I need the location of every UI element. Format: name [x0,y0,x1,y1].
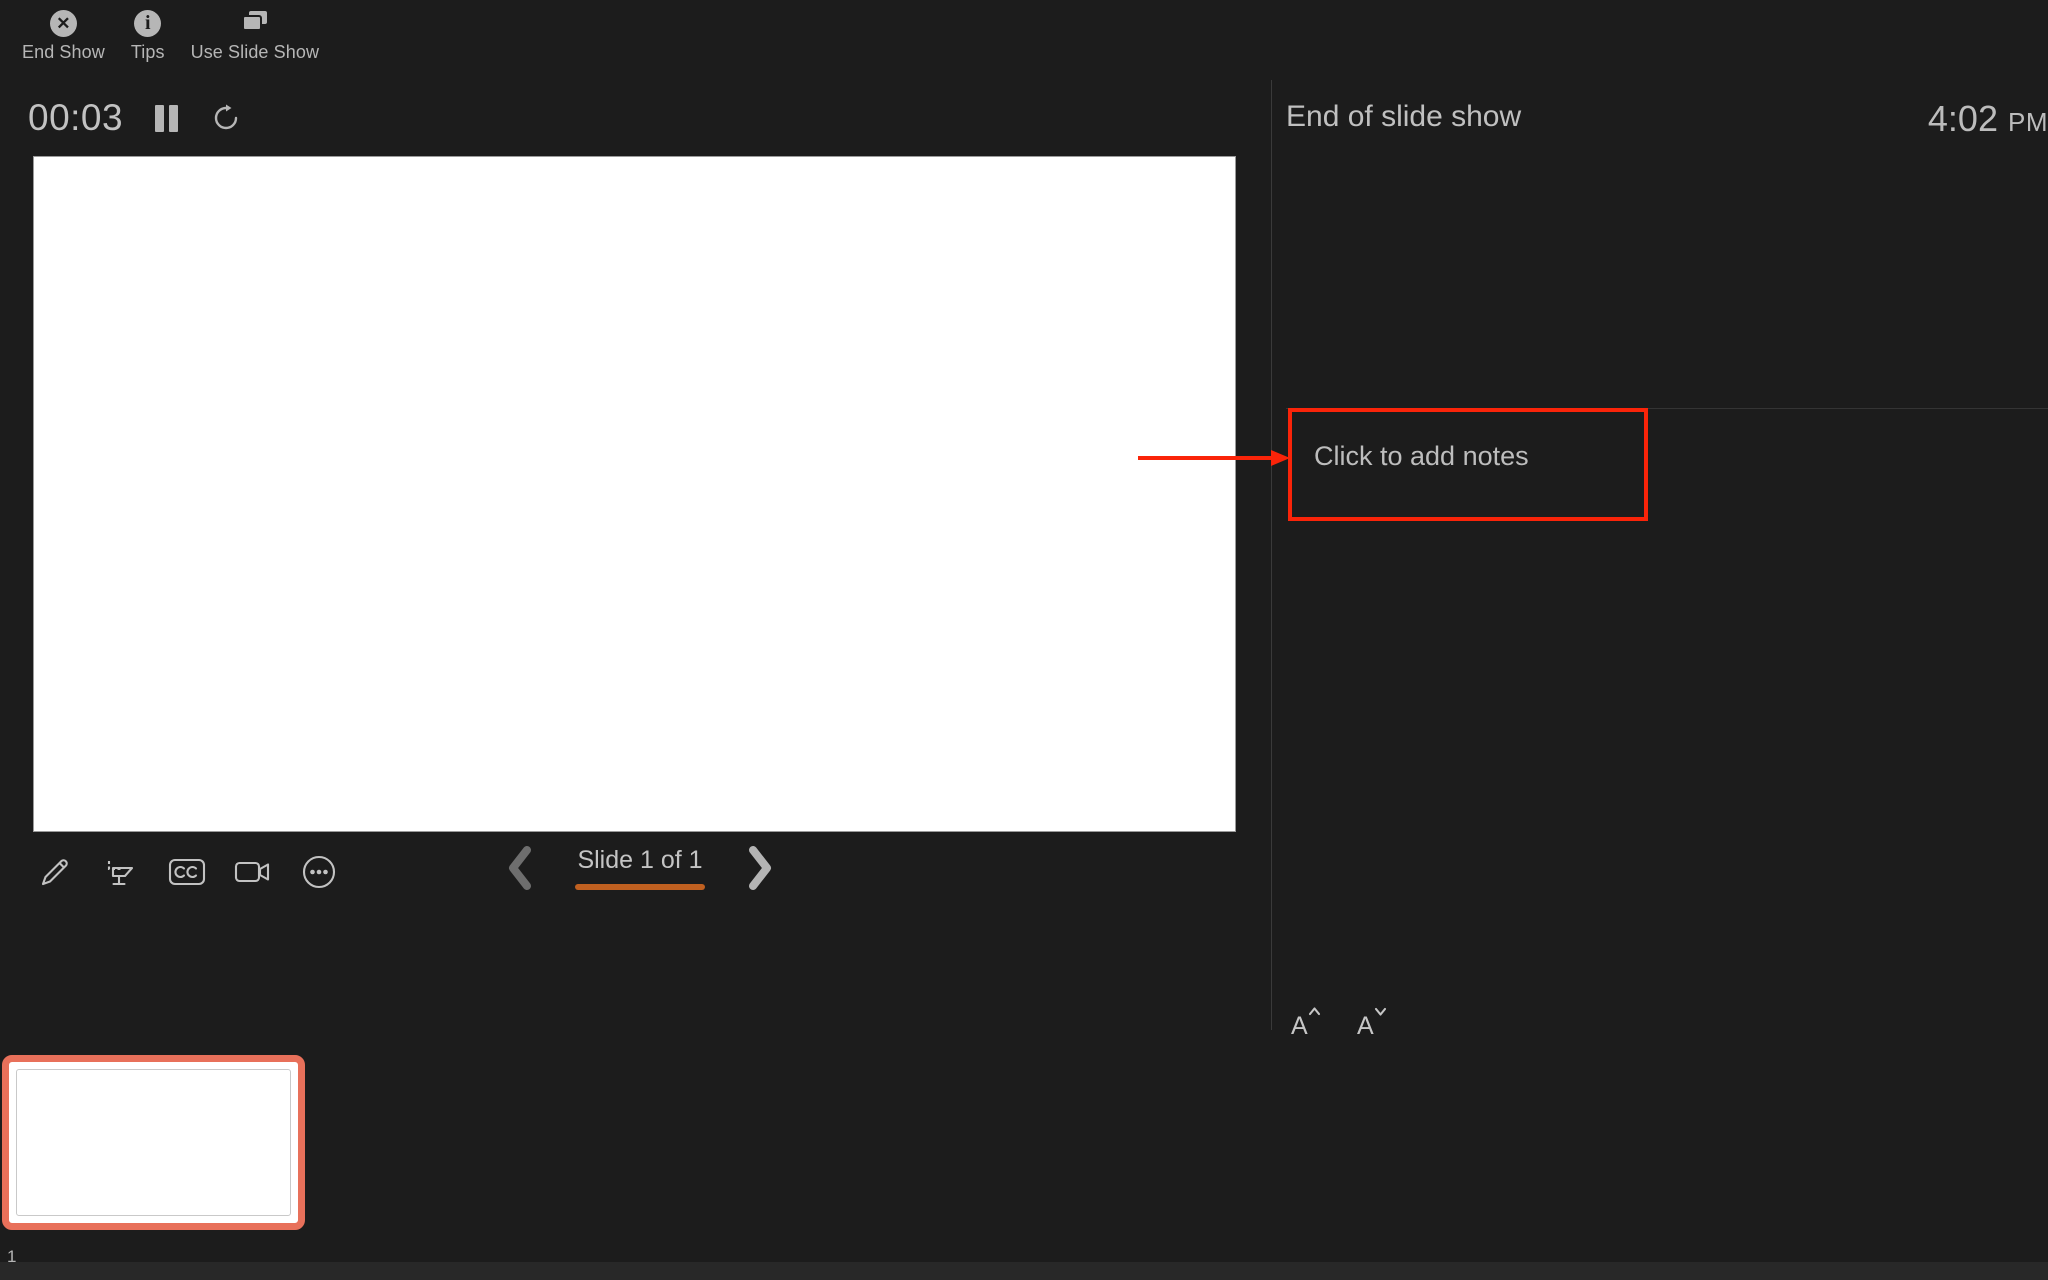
notes-panel-title: End of slide show [1286,100,1522,133]
pen-icon[interactable] [33,850,77,894]
current-slide-canvas[interactable] [33,156,1236,832]
decrease-font-size-button[interactable]: A [1352,1000,1392,1042]
clock-time: 4:02 [1927,98,1998,139]
window-bottom-bar [0,1262,2048,1280]
chevron-right-icon[interactable] [740,840,780,896]
elapsed-time: 00:03 [28,97,124,138]
closed-captions-icon[interactable] [165,850,209,894]
increase-font-size-button[interactable]: A [1286,1000,1326,1042]
notes-font-controls: A A [1286,1000,1392,1042]
svg-text:A: A [1291,1012,1308,1039]
list-item[interactable]: 1 [2,1055,305,1266]
laser-pointer-icon[interactable] [99,850,143,894]
restart-icon[interactable] [209,101,243,135]
slide-progress-bar [575,884,705,890]
top-toolbar: ✕ End Show i Tips Use Slide Show [0,0,2048,80]
slide-thumbnail-strip: 1 [0,1040,2048,1266]
end-show-button[interactable]: ✕ End Show [22,0,105,63]
tips-label: Tips [130,42,165,62]
slide-counter: Slide 1 of 1 [575,846,705,890]
chevron-left-icon[interactable] [500,840,540,896]
slide-stack-icon [240,8,270,38]
thumbnail-slide-preview [16,1069,291,1216]
end-show-label: End Show [22,42,105,62]
clock-period: PM [2008,107,2048,137]
thumbnail-selection-frame [2,1055,305,1230]
notes-placeholder: Click to add notes [1314,441,1529,471]
use-slide-show-label: Use Slide Show [190,42,320,62]
camera-icon[interactable] [231,850,275,894]
notes-editor[interactable]: Click to add notes [1286,408,2048,978]
presenter-tools [33,850,341,894]
svg-text:A: A [1357,1012,1374,1039]
more-ellipsis-icon[interactable] [297,850,341,894]
slide-navigation: Slide 1 of 1 [500,840,780,896]
slide-counter-label: Slide 1 of 1 [577,846,703,874]
info-circle-icon: i [133,8,163,38]
tips-button[interactable]: i Tips [131,0,165,63]
use-slide-show-button[interactable]: Use Slide Show [191,0,319,63]
pause-icon[interactable] [149,101,183,135]
panel-vertical-divider [1271,80,1272,1030]
timer-row: 00:03 [28,96,243,140]
close-circle-icon: ✕ [48,8,78,38]
